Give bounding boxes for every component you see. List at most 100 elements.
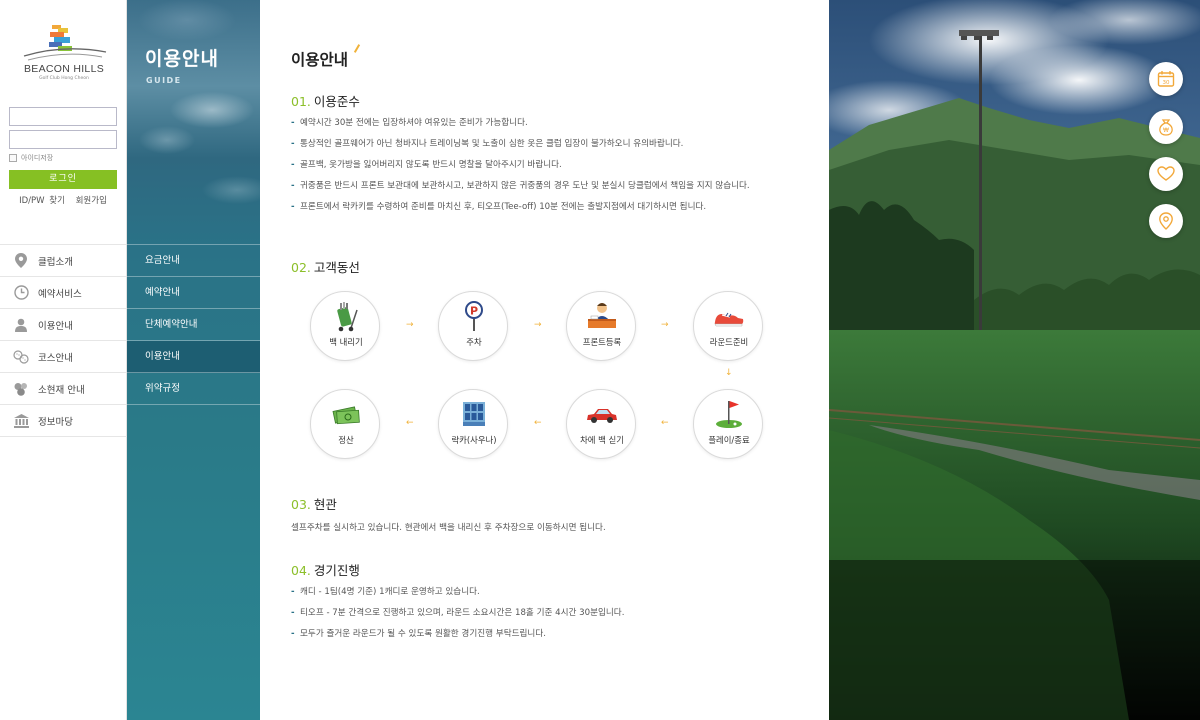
map-pin-icon [1158,212,1174,230]
quick-favorite-button[interactable] [1149,157,1183,191]
flow-step-label: 플레이/종료 [708,435,750,445]
arrow-left-icon: ← [661,418,669,428]
menu-item-members[interactable]: 소현재 안내 [0,373,127,405]
flow-step-play-finish: 플레이/종료 [693,389,763,459]
logo-mark-icon [14,22,114,62]
location-pin-icon [13,253,29,269]
subnav-item-penalty[interactable]: 위약규정 [127,373,260,405]
quick-reservation-button[interactable]: 30 [1149,62,1183,96]
flow-step-front-desk: 프론트등록 [566,291,636,361]
arrow-down-icon: ↓ [725,368,733,378]
section-heading-game-progress: 04. 경기진행 [291,560,360,579]
golf-flag-icon [712,398,746,430]
list-item: 예약시간 30분 전에는 입장하셔야 여유있는 준비가 가능합니다. [291,115,801,132]
sub-navigation: 이용안내 GUIDE 요금안내 예약안내 단체예약안내 이용안내 위약규정 [127,0,260,720]
parking-sign-icon: P [457,300,491,332]
user-id-input[interactable] [9,107,117,126]
golf-course-photo: 30 ₩ [829,0,1200,720]
list-item: 티오프 - 7분 간격으로 진행하고 있으며, 라운드 소요시간은 18홀 기준… [291,605,801,622]
section-number: 03. [291,497,311,512]
login-links: ID/PW 찾기 회원가입 [9,194,117,206]
section-title: 경기진행 [313,563,360,578]
login-button[interactable]: 로그인 [9,170,117,189]
golf-shoe-icon [712,300,746,332]
flow-step-parking: P 주차 [438,291,508,361]
section-title: 이용준수 [313,94,360,109]
list-item: 골프백, 옷가방을 잃어버리지 않도록 반드시 명찰을 달아주시기 바랍니다. [291,157,801,174]
page-title-text: 이용안내 [291,51,349,69]
section-title: 고객동선 [313,260,360,275]
flow-step-label: 락카(사우나) [451,435,497,445]
club-logo[interactable]: BEACON HILLS Golf Club Hong Cheon [14,22,114,81]
subnav-item-fees[interactable]: 요금안내 [127,245,260,277]
menu-item-label: 예약서비스 [38,288,82,300]
scenery-illustration [829,0,1200,720]
arrow-left-icon: ← [534,418,542,428]
flow-step-label: 프론트등록 [582,337,622,347]
subnav-subtitle: GUIDE [146,76,182,85]
menu-item-info[interactable]: 정보마당 [0,405,127,437]
title-accent-mark [353,44,361,53]
game-progress-list: 캐디 - 1팀(4명 기준) 1캐디로 운영하고 있습니다. 티오프 - 7분 … [291,584,801,647]
main-sidebar: BEACON HILLS Golf Club Hong Cheon 아이디저장 … [0,0,127,720]
section-number: 01. [291,94,311,109]
password-input[interactable] [9,130,117,149]
menu-item-label: 코스안내 [38,352,73,364]
remember-id-label: 아이디저장 [21,154,54,162]
section-heading-flow: 02. 고객동선 [291,257,360,276]
login-form: 아이디저장 로그인 ID/PW 찾기 회원가입 [9,107,117,206]
page-title: 이용안내 [291,44,361,70]
main-menu: 클럽소개 예약서비스 이용안내 코스안내 소현재 안내 정보마당 [0,244,127,437]
money-bag-icon: ₩ [1157,118,1175,136]
heart-icon [1157,165,1175,183]
flow-step-label: 백 내리기 [329,337,363,347]
list-item: 귀중품은 반드시 프론트 보관대에 보관하시고, 보관하지 않은 귀중품의 경우… [291,178,801,195]
remember-id-checkbox[interactable]: 아이디저장 [9,153,117,163]
menu-item-club-intro[interactable]: 클럽소개 [0,245,127,277]
flow-step-locker: 락카(사우나) [438,389,508,459]
section-number: 02. [291,260,311,275]
flow-step-round-prep: 라운드준비 [693,291,763,361]
list-item: 통상적인 골프웨어가 아닌 청바지나 트레이닝복 및 노출이 심한 옷은 클럽 … [291,136,801,153]
quick-location-button[interactable] [1149,204,1183,238]
clock-icon [13,285,29,301]
menu-item-label: 클럽소개 [38,256,73,268]
subnav-item-group-reservation[interactable]: 단체예약안내 [127,309,260,341]
checkbox-box[interactable] [9,154,17,162]
car-icon [585,398,619,430]
list-item: 프론트에서 락카키를 수령하여 준비를 마치신 후, 티오프(Tee-off) … [291,199,801,216]
section-title: 현관 [313,497,337,512]
flow-step-label: 차에 백 싣기 [580,435,624,445]
golf-bag-cart-icon [329,300,363,332]
list-item: 모두가 즐거운 라운드가 될 수 있도록 원활한 경기진행 부탁드립니다. [291,626,801,643]
entrance-text: 셀프주차를 실시하고 있습니다. 현관에서 백을 내리신 후 주차장으로 이동하… [291,523,606,533]
join-link[interactable]: 회원가입 [76,196,107,206]
flow-step-label: 정산 [338,435,354,445]
logo-subtitle: Golf Club Hong Cheon [39,76,89,81]
find-id-pw-link[interactable]: ID/PW 찾기 [19,196,65,206]
money-icon [329,398,363,430]
arrow-left-icon: ← [406,418,414,428]
arrow-right-icon: → [406,320,414,330]
flow-step-payment: 정산 [310,389,380,459]
flow-step-bag-drop: 백 내리기 [310,291,380,361]
menu-item-course[interactable]: 코스안내 [0,341,127,373]
sky-background [127,0,260,244]
svg-text:P: P [470,305,478,318]
main-content: 이용안내 01.이용준수 예약시간 30분 전에는 입장하셔야 여유있는 준비가… [260,0,829,720]
subnav-item-reservation[interactable]: 예약안내 [127,277,260,309]
flow-step-label: 라운드준비 [709,337,749,347]
flow-step-load-bag: 차에 백 싣기 [566,389,636,459]
svg-text:30: 30 [1163,80,1170,86]
quick-fees-button[interactable]: ₩ [1149,110,1183,144]
menu-item-guide[interactable]: 이용안내 [0,309,127,341]
person-icon [13,317,29,333]
section-number: 04. [291,563,311,578]
section-heading-entrance: 03. 현관 [291,494,337,513]
users-icon [13,381,29,397]
calendar-icon: 30 [1157,70,1175,88]
subnav-item-guide[interactable]: 이용안내 [127,341,260,373]
arrow-right-icon: → [534,320,542,330]
menu-item-reservation[interactable]: 예약서비스 [0,277,127,309]
svg-text:₩: ₩ [1163,127,1169,134]
